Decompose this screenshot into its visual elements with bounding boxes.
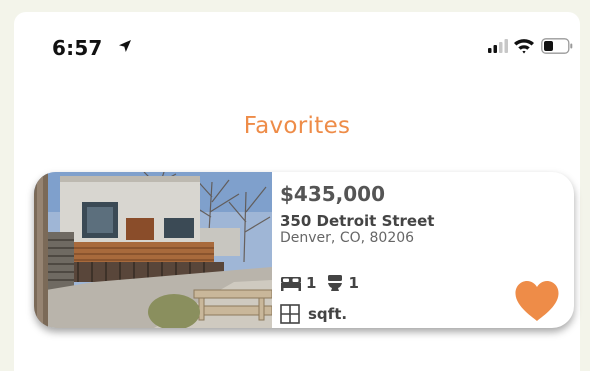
- sqft-label: sqft.: [308, 305, 348, 323]
- page-title: Favorites: [243, 113, 351, 140]
- listing-card[interactable]: $435,000 350 Detroit Street Denver, CO, …: [34, 172, 574, 328]
- signal-icon: [488, 39, 508, 53]
- listing-features: 1 1: [280, 273, 359, 293]
- listing-price: $435,000: [280, 182, 386, 206]
- bed-count: 1: [306, 274, 317, 292]
- phone-screen: 6:57 Favorites $435,000 350 Detroit Stre…: [14, 12, 580, 371]
- listing-city: Denver, CO, 80206: [280, 230, 415, 246]
- bed-icon: [281, 277, 301, 291]
- listing-photo[interactable]: [34, 172, 272, 328]
- location-arrow-icon: [119, 40, 131, 52]
- status-time: 6:57: [52, 36, 103, 60]
- floorplan-icon: [280, 304, 300, 324]
- favorite-heart-icon[interactable]: [514, 280, 560, 322]
- wifi-icon: [514, 39, 534, 54]
- listing-sqft: sqft.: [280, 303, 347, 325]
- toilet-icon: [328, 275, 343, 291]
- listing-street: 350 Detroit Street: [280, 212, 435, 230]
- listing-info: $435,000 350 Detroit Street Denver, CO, …: [280, 172, 574, 328]
- status-bar: 6:57: [14, 12, 580, 72]
- battery-icon: [541, 38, 573, 54]
- bath-count: 1: [348, 274, 359, 292]
